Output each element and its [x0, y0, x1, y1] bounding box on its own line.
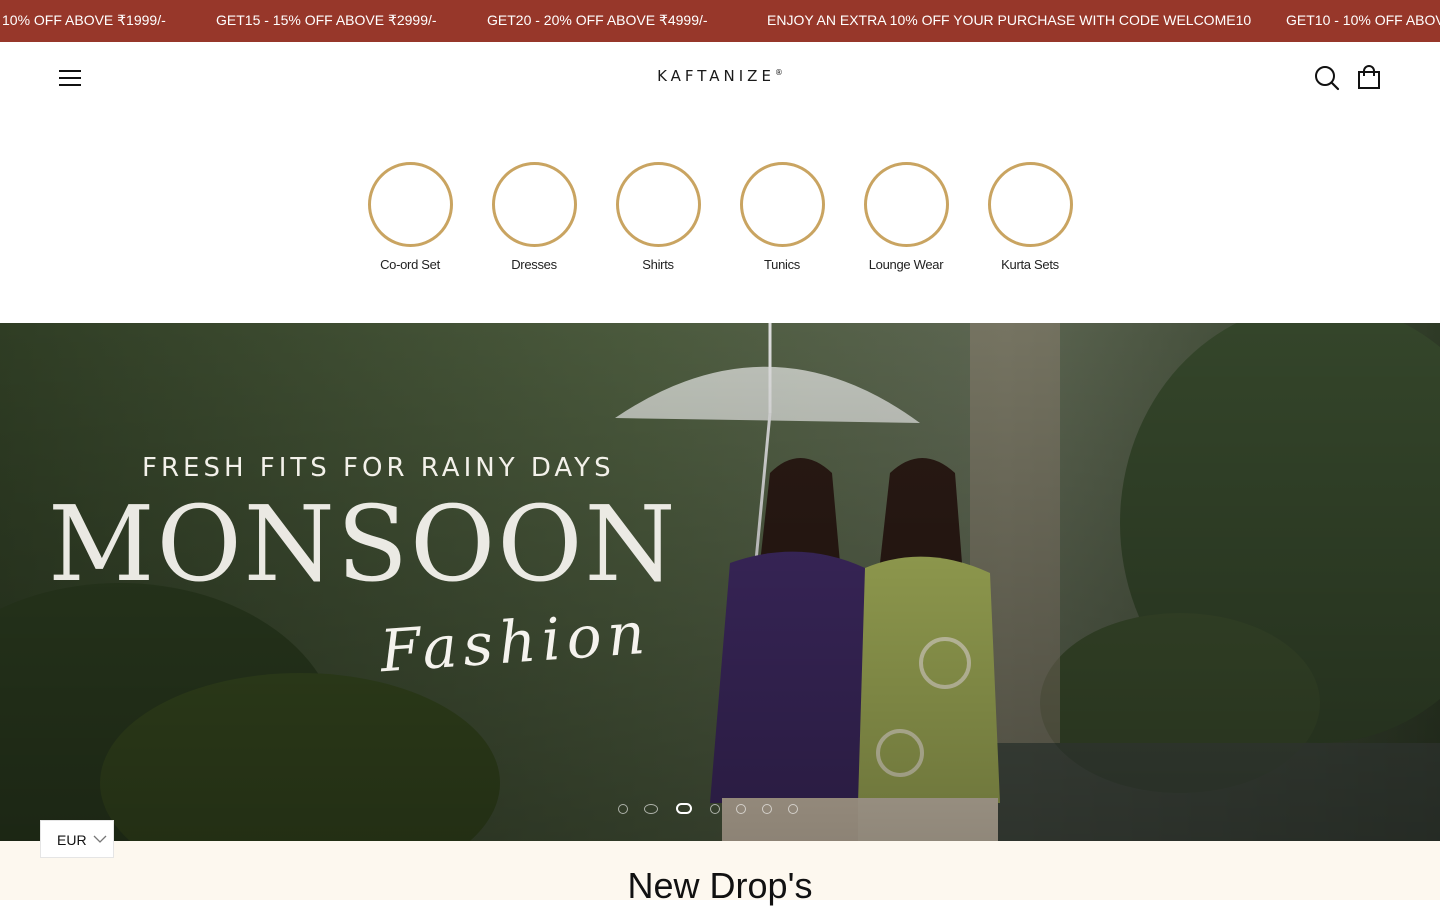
- slider-dot[interactable]: [618, 804, 628, 814]
- category-label: Tunics: [763, 257, 800, 272]
- slider-dot[interactable]: [762, 804, 772, 814]
- announcement-item: GET20 - 20% OFF ABOVE ₹4999/-: [487, 12, 708, 28]
- category-image: [491, 162, 577, 247]
- category-shirts[interactable]: Shirts: [603, 162, 713, 272]
- category-image: [987, 162, 1073, 247]
- currency-value: EUR: [57, 832, 87, 848]
- shopping-bag-icon: [1358, 65, 1380, 89]
- logo-text: KAFTANIZE: [657, 67, 775, 85]
- new-drops-section: New Drop's: [0, 841, 1440, 906]
- category-label: Dresses: [511, 257, 557, 272]
- category-image: [615, 162, 701, 247]
- section-title: New Drop's: [627, 865, 813, 906]
- category-co-ord-set[interactable]: Co-ord Set: [355, 162, 465, 272]
- slider-dot[interactable]: [644, 804, 658, 814]
- category-label: Lounge Wear: [868, 257, 944, 272]
- logo[interactable]: KAFTANIZE®: [0, 67, 1440, 85]
- category-label: Shirts: [642, 257, 674, 272]
- slider-dot[interactable]: [710, 804, 720, 814]
- category-label: Co-ord Set: [380, 257, 440, 272]
- search-button[interactable]: [1312, 63, 1342, 93]
- announcement-item: 10% OFF ABOVE ₹1999/-: [2, 12, 166, 28]
- announcement-item: GET10 - 10% OFF ABOVE: [1286, 12, 1440, 28]
- hero-subtitle: FRESH FITS FOR RAINY DAYS: [142, 453, 615, 483]
- slider-dot-active[interactable]: [676, 803, 692, 814]
- search-icon: [1315, 66, 1340, 91]
- hero-banner[interactable]: FRESH FITS FOR RAINY DAYS MONSOON Fashio…: [0, 323, 1440, 841]
- chevron-down-icon: [93, 835, 107, 843]
- category-kurta-sets[interactable]: Kurta Sets: [975, 162, 1085, 272]
- currency-selector[interactable]: EUR: [40, 820, 114, 858]
- logo-mark: ®: [774, 68, 783, 77]
- slider-dot[interactable]: [736, 804, 746, 814]
- category-lounge-wear[interactable]: Lounge Wear: [851, 162, 961, 272]
- site-header: KAFTANIZE®: [0, 42, 1440, 114]
- category-image: [739, 162, 825, 247]
- category-tunics[interactable]: Tunics: [727, 162, 837, 272]
- announcement-item: ENJOY AN EXTRA 10% OFF YOUR PURCHASE WIT…: [767, 12, 1252, 28]
- hero-title: MONSOON: [48, 483, 678, 605]
- slider-dot[interactable]: [788, 804, 798, 814]
- announcement-bar: 10% OFF ABOVE ₹1999/- GET15 - 15% OFF AB…: [0, 0, 1440, 42]
- category-image: [367, 162, 453, 247]
- category-image: [863, 162, 949, 247]
- category-label: Kurta Sets: [1001, 257, 1059, 272]
- announcement-item: GET15 - 15% OFF ABOVE ₹2999/-: [216, 12, 437, 28]
- cart-button[interactable]: [1354, 63, 1384, 93]
- category-dresses[interactable]: Dresses: [479, 162, 589, 272]
